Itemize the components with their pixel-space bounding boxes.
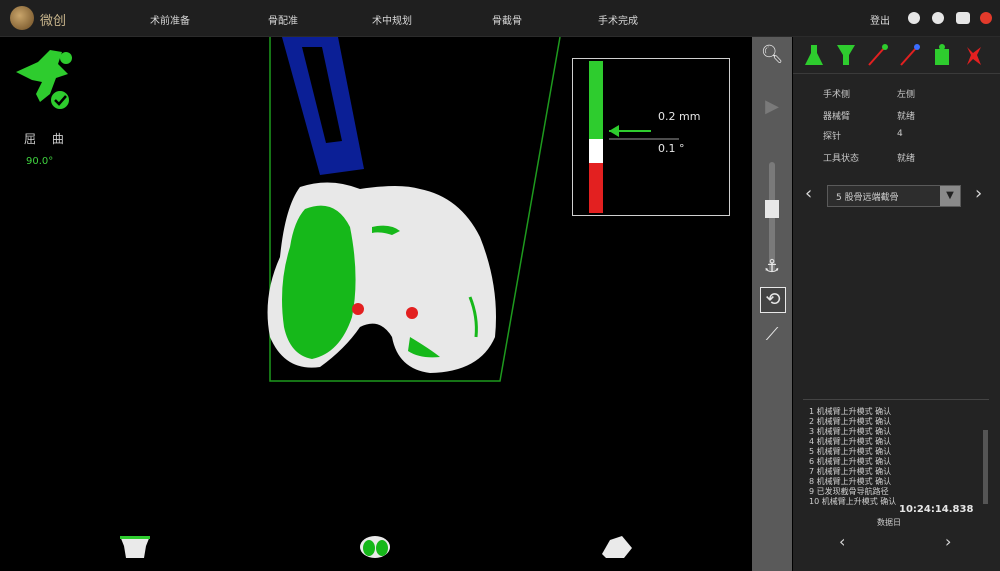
nav-step-complete[interactable]: 手术完成	[598, 12, 638, 27]
chevron-down-icon[interactable]: ▼	[940, 186, 960, 206]
instrument-toolbar	[793, 37, 1000, 74]
anchor-icon[interactable]: ⚓︎	[760, 255, 784, 279]
gauge-distance: 0.2 mm	[658, 110, 701, 123]
right-panel: 手术侧 左侧 器械臂 就绪 探针 4 工具状态 就绪 ‹ 5 股骨远端截骨 ▼ …	[793, 37, 1000, 571]
event-log: 1 机械臂上升模式 确认 2 机械臂上升模式 确认 3 机械臂上升模式 确认 4…	[803, 399, 989, 512]
array-icon[interactable]	[931, 43, 953, 67]
top-bar: 微创 术前准备 骨配准 术中规划 骨截骨 手术完成 登出	[0, 0, 1000, 37]
nav-step-preparation[interactable]: 术前准备	[150, 12, 190, 27]
info-label-tool: 工具状态	[823, 154, 860, 164]
view-side-thumbnail[interactable]	[600, 532, 634, 560]
log-prev-button[interactable]: ‹	[839, 532, 845, 551]
info-value-probe: 4	[897, 129, 903, 139]
camera-button[interactable]	[956, 12, 970, 24]
minimize-button[interactable]	[908, 12, 920, 24]
gauge-angle: 0.1 °	[658, 142, 685, 155]
logout-button[interactable]: 登出	[870, 12, 890, 27]
red-marker-right	[406, 307, 418, 319]
gauge-bar	[589, 61, 679, 213]
settings-button[interactable]	[932, 12, 944, 24]
play-icon[interactable]: ▶	[760, 95, 784, 119]
brand-name: 微创	[40, 14, 67, 29]
probe-icon[interactable]	[867, 43, 889, 67]
info-label-side: 手术侧	[823, 90, 851, 100]
saw-blade	[282, 37, 364, 175]
nav-step-registration[interactable]: 骨配准	[268, 12, 298, 27]
selector-prev-button[interactable]: ‹	[805, 183, 812, 204]
info-value-side: 左侧	[897, 90, 916, 100]
depth-gauge	[572, 58, 730, 216]
info-value-tool: 就绪	[897, 154, 916, 164]
view-front-thumbnail[interactable]	[118, 532, 152, 560]
tibia-tool-icon[interactable]	[835, 43, 857, 67]
nav-step-cutting[interactable]: 骨截骨	[492, 12, 522, 27]
log-line: 10 机械臂上升模式 确认	[809, 497, 897, 506]
robot-arm-icon[interactable]	[963, 43, 985, 67]
rotate-view-icon[interactable]: ⟲	[760, 287, 786, 313]
cut-step-value: 5 股骨远端截骨	[836, 193, 899, 203]
info-value-arm: 就绪	[897, 112, 916, 122]
view-tool-column: 🔍︎ ▶ ⚓︎ ⟲ ⟋	[752, 37, 792, 571]
cut-step-select[interactable]: 5 股骨远端截骨 ▼	[827, 185, 961, 207]
zoom-icon[interactable]: 🔍︎	[760, 43, 784, 67]
view-bottom-thumbnail[interactable]	[358, 532, 392, 560]
measure-icon[interactable]: ⟋	[760, 323, 784, 347]
timestamp-label: 数据日	[877, 518, 901, 527]
selector-next-button[interactable]: ›	[975, 183, 982, 204]
log-next-button[interactable]: ›	[945, 532, 951, 551]
nav-step-planning[interactable]: 术中规划	[372, 12, 412, 27]
femur-tool-icon[interactable]	[803, 43, 825, 67]
femur-model	[267, 182, 496, 373]
timestamp: 10:24:14.838	[899, 504, 974, 515]
close-button[interactable]	[980, 12, 992, 24]
info-label-arm: 器械臂	[823, 112, 851, 122]
pointer-icon[interactable]	[899, 43, 921, 67]
red-marker-left	[352, 303, 364, 315]
log-scrollbar[interactable]	[983, 430, 988, 504]
info-label-probe: 探针	[823, 132, 842, 142]
zoom-slider-thumb[interactable]	[765, 200, 779, 218]
logo-icon	[10, 6, 34, 30]
